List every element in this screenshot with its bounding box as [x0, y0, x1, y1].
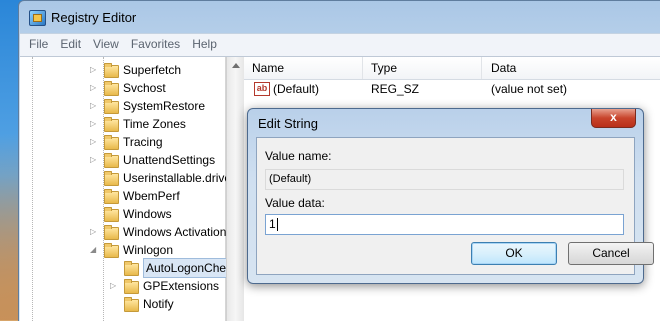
tree-item-label: Tracing — [123, 135, 163, 149]
tree-item[interactable]: ▷ Svchost — [20, 79, 225, 97]
tree-item-label: Svchost — [123, 81, 166, 95]
menu-favorites[interactable]: Favorites — [125, 34, 186, 55]
column-data[interactable]: Data — [483, 57, 660, 79]
menu-view[interactable]: View — [87, 34, 125, 55]
list-header: Name Type Data — [244, 57, 660, 80]
tree-item-label: SystemRestore — [123, 99, 206, 113]
tree-item-label: GPExtensions — [143, 279, 220, 293]
folder-icon — [104, 63, 119, 78]
tree-item[interactable]: Windows — [20, 205, 225, 223]
title-bar[interactable]: Registry Editor — [19, 1, 660, 33]
tree-item-label: Superfetch — [123, 63, 182, 77]
column-name[interactable]: Name — [244, 57, 363, 79]
folder-icon — [104, 117, 119, 132]
expand-icon[interactable]: ▷ — [90, 79, 99, 97]
expand-icon[interactable]: ▷ — [90, 97, 99, 115]
tree-item[interactable]: ▷ GPExtensions — [20, 277, 225, 295]
value-data-text: 1 — [269, 217, 276, 231]
string-value-icon: ab — [254, 82, 270, 96]
close-icon: x — [610, 110, 617, 124]
folder-icon — [104, 171, 119, 186]
close-button[interactable]: x — [591, 109, 636, 128]
tree-item-label: Notify — [143, 297, 174, 311]
edit-string-dialog: Edit String x Value name: (Default) Valu… — [247, 108, 654, 284]
folder-icon — [104, 243, 119, 258]
value-name-field: (Default) — [265, 169, 624, 190]
value-type: REG_SZ — [371, 82, 420, 96]
tree-item-label: UnattendSettings — [123, 153, 216, 167]
collapse-icon[interactable]: ◢ — [90, 241, 99, 259]
menu-help[interactable]: Help — [186, 34, 223, 55]
tree-item[interactable]: ▷ UnattendSettings — [20, 151, 225, 169]
expand-icon[interactable]: ▷ — [90, 115, 99, 133]
tree-item[interactable]: ▷ Tracing — [20, 133, 225, 151]
folder-icon — [124, 297, 139, 312]
tree-item-label: Windows — [123, 207, 172, 221]
tree-item[interactable]: Notify — [20, 295, 225, 313]
folder-icon — [104, 225, 119, 240]
tree-item[interactable]: ▷ Superfetch — [20, 61, 225, 79]
value-name-label: Value name: — [265, 149, 332, 163]
tree-scrollbar[interactable] — [226, 57, 245, 321]
value-data-input[interactable]: 1 — [265, 214, 624, 235]
value-name-text: (Default) — [269, 173, 312, 185]
list-row[interactable]: ab (Default) REG_SZ (value not set) — [244, 79, 660, 99]
expand-icon[interactable]: ▷ — [110, 277, 119, 295]
tree-item-label: Windows Activation — [123, 225, 227, 239]
registry-icon — [29, 10, 46, 26]
cancel-button[interactable]: Cancel — [568, 242, 654, 265]
value-name: (Default) — [273, 82, 320, 96]
folder-icon — [104, 153, 119, 168]
expand-icon[interactable]: ▷ — [90, 133, 99, 151]
expand-icon[interactable]: ▷ — [90, 61, 99, 79]
expand-icon[interactable]: ▷ — [90, 151, 99, 169]
tree-item-label: WbemPerf — [123, 189, 180, 203]
window-title: Registry Editor — [51, 10, 137, 25]
value-data-label: Value data: — [265, 196, 325, 210]
folder-icon — [124, 279, 139, 294]
tree-item[interactable]: ◢ Winlogon — [20, 241, 225, 259]
tree-item-label: Userinstallable.drive — [123, 171, 232, 185]
tree-item[interactable]: Userinstallable.drive — [20, 169, 231, 187]
registry-tree: ▷ Superfetch ▷ Svchost ▷ SystemRestore ▷ Time Z… — [20, 57, 236, 321]
folder-icon — [104, 189, 119, 204]
dialog-title: Edit String — [258, 116, 318, 131]
menu-edit[interactable]: Edit — [54, 34, 87, 55]
folder-icon — [104, 81, 119, 96]
tree-item-label: Winlogon — [123, 243, 174, 257]
tree-item[interactable]: ▷ Windows Activation — [20, 223, 227, 241]
folder-icon — [104, 99, 119, 114]
folder-icon — [104, 135, 119, 150]
tree-item-label: AutoLogonChec — [143, 258, 236, 278]
expand-icon[interactable]: ▷ — [90, 223, 99, 241]
folder-icon — [104, 207, 119, 222]
dialog-body: Value name: (Default) Value data: 1 OK C… — [256, 137, 654, 275]
tree-item[interactable]: AutoLogonChec — [20, 258, 236, 278]
text-caret — [277, 218, 278, 231]
scroll-up-icon[interactable] — [232, 63, 240, 68]
tree-item[interactable]: ▷ Time Zones — [20, 115, 225, 133]
tree-item[interactable]: ▷ SystemRestore — [20, 97, 225, 115]
folder-icon — [124, 261, 139, 276]
ok-button[interactable]: OK — [471, 242, 557, 265]
tree-item-label: Time Zones — [123, 117, 186, 131]
column-type[interactable]: Type — [363, 57, 482, 79]
tree-item[interactable]: WbemPerf — [20, 187, 225, 205]
menu-file[interactable]: File — [20, 34, 54, 55]
menu-bar: File Edit View Favorites Help — [20, 33, 660, 56]
value-data: (value not set) — [491, 82, 568, 96]
